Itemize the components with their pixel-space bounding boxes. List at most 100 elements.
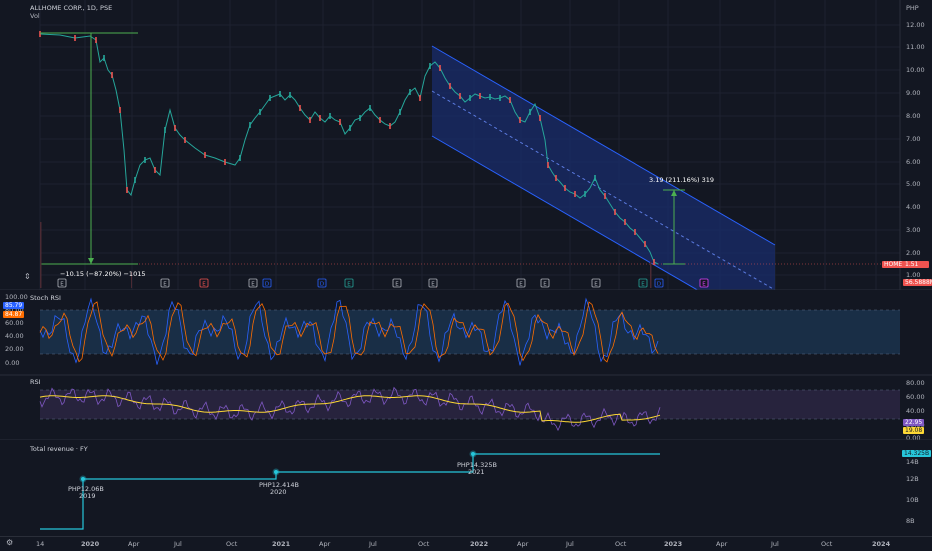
candle — [564, 185, 566, 191]
stoch-scale-label: 20.00 — [5, 345, 24, 353]
revenue-point-year: 2020 — [270, 488, 287, 496]
candle — [389, 123, 391, 129]
time-axis-label: Oct — [226, 540, 238, 548]
candle — [439, 65, 441, 71]
candle — [489, 94, 491, 100]
drag-handle-icon[interactable]: ⇕ — [24, 273, 31, 281]
candle — [359, 115, 361, 121]
candle — [299, 105, 301, 111]
event-marker-label: D — [320, 282, 324, 288]
candle — [249, 122, 251, 128]
time-axis-label: 2022 — [470, 540, 489, 548]
revenue-title[interactable]: Total revenue · FY — [30, 446, 88, 453]
event-marker-label: D — [657, 282, 661, 288]
revenue-step-line — [40, 453, 660, 530]
revenue-point[interactable] — [274, 470, 278, 474]
time-axis-label: Oct — [821, 540, 833, 548]
candle — [184, 137, 186, 143]
event-markers[interactable]: EEEEDDEEEEEEEDE — [57, 278, 709, 288]
candle — [449, 83, 451, 89]
stoch-scale-label: 100.00 — [5, 293, 28, 301]
time-axis-label: Jul — [174, 540, 182, 548]
event-marker-label: E — [594, 282, 598, 288]
candle — [547, 162, 549, 168]
candle — [555, 175, 557, 181]
event-marker-label: E — [519, 282, 523, 288]
revenue-point[interactable] — [81, 477, 85, 481]
candle — [419, 95, 421, 101]
stoch-rsi-title[interactable]: Stoch RSI — [30, 295, 61, 302]
event-marker-label: E — [641, 282, 645, 288]
price-scale-label: 4.00 — [906, 203, 920, 211]
candle — [644, 241, 646, 247]
time-axis-label: Apr — [128, 540, 140, 548]
event-marker-label: E — [202, 282, 206, 288]
candle — [409, 89, 411, 95]
event-marker-label: D — [265, 282, 269, 288]
last-price-tag: 1.51 — [903, 261, 929, 268]
event-marker-label: E — [347, 282, 351, 288]
volume-indicator-label[interactable]: Vol — [30, 13, 40, 20]
rsi-scale-label: 40.00 — [906, 407, 925, 415]
candle — [204, 152, 206, 158]
candle — [144, 157, 146, 163]
currency-label: PHP — [906, 4, 919, 12]
candle — [379, 117, 381, 123]
revenue-points[interactable] — [79, 450, 477, 483]
price-scale-label: 11.00 — [906, 43, 925, 51]
candle — [479, 93, 481, 99]
candle — [634, 229, 636, 235]
revenue-point-year: 2019 — [79, 492, 96, 500]
candle — [519, 117, 521, 123]
candle — [103, 55, 105, 61]
time-axis-label: Oct — [615, 540, 627, 548]
revenue-scale: 14B 12B 10B 8B — [906, 458, 919, 525]
candle — [74, 35, 76, 41]
candle — [126, 187, 128, 193]
revenue-pane[interactable]: 14B 12B 10B 8B — [0, 441, 932, 536]
candle — [529, 109, 531, 115]
rebound-label: 3.19 (211.16%) 319 — [649, 176, 715, 184]
price-scale-label: 1.00 — [906, 271, 920, 279]
settings-gear-icon[interactable]: ⚙ — [6, 539, 13, 547]
event-marker-label: E — [431, 282, 435, 288]
candle — [614, 209, 616, 215]
rsi-pane[interactable]: 80.0060.0040.0020.000.00 — [0, 376, 932, 440]
price-pane[interactable]: 12.00 11.00 10.00 9.00 8.00 7.00 6.00 5.00 4.00 3… — [0, 0, 932, 290]
candle — [39, 31, 41, 37]
time-axis-label: 2023 — [664, 540, 683, 548]
revenue-current-tag: 14.325B — [902, 450, 932, 457]
stoch-scale-label: 0.00 — [5, 359, 19, 367]
drawdown-measure[interactable] — [40, 32, 138, 265]
candle — [653, 259, 655, 265]
price-scale-label: 6.00 — [906, 158, 920, 166]
event-marker-label: E — [543, 282, 547, 288]
time-axis-label: Apr — [716, 540, 728, 548]
chart-symbol-title[interactable]: ALLHOME CORP., 1D, PSE — [30, 5, 112, 12]
time-axis-label: 2024 — [872, 540, 891, 548]
revenue-scale-label: 10B — [906, 496, 919, 504]
price-scale-label: 7.00 — [906, 135, 920, 143]
rsi-title[interactable]: RSI — [30, 379, 41, 386]
candle — [339, 119, 341, 125]
candle — [279, 91, 281, 97]
rsi-scale-label: 0.00 — [906, 434, 920, 440]
rsi-value-tag: 22.95 — [903, 419, 925, 426]
event-marker-label: E — [395, 282, 399, 288]
stoch-rsi-pane[interactable]: 100.0080.0060.0040.0020.000.00 — [0, 291, 932, 376]
price-scale-label: 10.00 — [906, 66, 925, 74]
time-axis-label: Apr — [517, 540, 529, 548]
candle — [174, 125, 176, 131]
time-axis-label: Jul — [566, 540, 574, 548]
time-axis[interactable]: 14 2020 Apr Jul Oct 2021 Apr Jul Oct 2022 Apr Jul Oc… — [0, 536, 932, 551]
time-axis-label: Apr — [319, 540, 331, 548]
revenue-point[interactable] — [471, 452, 475, 456]
candle — [319, 115, 321, 121]
rsi-scale-label: 80.00 — [906, 379, 925, 387]
stoch-d-tag: 84.87 — [3, 311, 25, 318]
candle — [164, 127, 166, 133]
price-scale[interactable]: 12.00 11.00 10.00 9.00 8.00 7.00 6.00 5.00 4.00 3… — [906, 21, 925, 279]
candle — [509, 97, 511, 103]
revenue-scale-label: 14B — [906, 458, 919, 466]
stoch-scale-label: 60.00 — [5, 319, 24, 327]
